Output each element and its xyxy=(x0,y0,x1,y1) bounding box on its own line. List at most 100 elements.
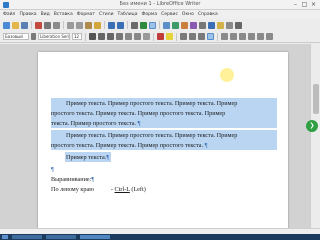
redo-icon[interactable] xyxy=(117,21,124,29)
libreoffice-writer-window: Без имени 1 - LibreOffice Writer – □ × Ф… xyxy=(0,0,320,240)
shortcut-text: Ctrl-L xyxy=(114,186,130,193)
highlight-color-icon[interactable] xyxy=(166,33,173,40)
maximize-icon[interactable]: □ xyxy=(301,2,308,8)
update-style-icon[interactable] xyxy=(31,33,36,40)
cursor-highlight xyxy=(220,68,234,82)
taskbar-item[interactable] xyxy=(46,235,76,239)
insert-chart-icon[interactable] xyxy=(181,21,188,29)
menu-item-window[interactable]: Окно xyxy=(182,12,194,17)
shortcut-suffix: (Left) xyxy=(131,186,146,193)
superscript-icon[interactable] xyxy=(125,33,132,40)
toolbar-separator xyxy=(63,21,64,29)
paragraph-line: Пример текста.¶ xyxy=(66,154,109,161)
clone-formatting-icon[interactable] xyxy=(94,21,101,29)
paragraph-mark: ¶ xyxy=(137,120,141,127)
toolbar-separator xyxy=(153,32,154,41)
paragraph-line: Пример текста. Пример простого текста. П… xyxy=(66,100,238,107)
toolbar-separator xyxy=(127,21,128,29)
insert-table-icon[interactable] xyxy=(163,21,170,29)
scrollbar-thumb[interactable] xyxy=(313,84,319,114)
paragraph-line: простого текста. Пример текста. Пример п… xyxy=(51,110,226,117)
find-replace-icon[interactable] xyxy=(131,21,138,29)
toolbar-separator xyxy=(217,32,218,41)
strikethrough-icon[interactable] xyxy=(116,33,123,40)
menu-item-styles[interactable]: Стили xyxy=(99,12,114,17)
align-center-icon[interactable] xyxy=(189,33,196,40)
bold-icon[interactable] xyxy=(89,33,96,40)
menu-item-form[interactable]: Форма xyxy=(141,12,157,17)
bullet-list-icon[interactable] xyxy=(221,33,228,40)
toolbar-separator xyxy=(104,21,105,29)
print-icon[interactable] xyxy=(44,21,51,29)
draw-shapes-icon[interactable] xyxy=(235,21,242,29)
align-left-icon[interactable] xyxy=(180,33,187,40)
insert-image-icon[interactable] xyxy=(172,21,179,29)
floating-action-icon[interactable]: ❯ xyxy=(306,120,318,132)
minimize-icon[interactable]: – xyxy=(292,2,299,8)
toolbar-separator xyxy=(31,21,32,29)
paragraph-mark: ¶ xyxy=(106,154,110,161)
shadow-icon[interactable] xyxy=(143,33,150,40)
italic-icon[interactable] xyxy=(98,33,105,40)
taskbar-item[interactable] xyxy=(12,235,42,239)
menu-item-edit[interactable]: Правка xyxy=(19,12,36,17)
paragraph-line-text: Пример текста. xyxy=(66,154,107,161)
spelling-icon[interactable] xyxy=(140,21,147,29)
menu-item-file[interactable]: Файл xyxy=(3,12,15,17)
paragraph-line: текста. Пример простого текста. ¶ xyxy=(51,120,140,127)
save-icon[interactable] xyxy=(21,21,28,29)
document-page[interactable]: Пример текста. Пример простого текста. П… xyxy=(38,52,288,228)
alignment-heading: Выравнивание:¶ xyxy=(51,176,94,183)
cut-icon[interactable] xyxy=(67,21,74,29)
align-right-icon[interactable] xyxy=(198,33,205,40)
menu-item-help[interactable]: Справка xyxy=(198,12,218,17)
formatting-marks-icon[interactable] xyxy=(149,21,156,29)
menu-item-format[interactable]: Формат xyxy=(77,12,95,17)
font-color-icon[interactable] xyxy=(157,33,164,40)
numbered-list-icon[interactable] xyxy=(230,33,237,40)
track-changes-icon[interactable] xyxy=(226,21,233,29)
subscript-icon[interactable] xyxy=(134,33,141,40)
justify-icon[interactable] xyxy=(207,33,214,40)
paragraph-spacing-icon[interactable] xyxy=(266,33,273,40)
export-pdf-icon[interactable] xyxy=(35,21,42,29)
align-left-label: По левому краю xyxy=(51,186,94,193)
paste-icon[interactable] xyxy=(85,21,92,29)
empty-paragraph-mark: ¶ xyxy=(51,166,54,173)
copy-icon[interactable] xyxy=(76,21,83,29)
new-document-icon[interactable] xyxy=(3,21,10,29)
dash-separator: - xyxy=(110,186,113,193)
paragraph-line-text: простого текста. Пример текста. Пример п… xyxy=(51,142,204,149)
hyperlink-icon[interactable] xyxy=(208,21,215,29)
menu-item-table[interactable]: Таблица xyxy=(118,12,138,17)
font-name-select[interactable]: Liberation Serif xyxy=(38,33,70,40)
special-character-icon[interactable] xyxy=(199,21,206,29)
insert-textbox-icon[interactable] xyxy=(190,21,197,29)
comment-icon[interactable] xyxy=(217,21,224,29)
title-bar: Без имени 1 - LibreOffice Writer – □ × xyxy=(0,0,320,10)
toolbar-separator xyxy=(159,21,160,29)
close-icon[interactable]: × xyxy=(310,2,317,8)
start-icon[interactable] xyxy=(2,235,8,239)
underline-icon[interactable] xyxy=(107,33,114,40)
paragraph-line-text: текста. Пример простого текста. xyxy=(51,120,137,127)
print-preview-icon[interactable] xyxy=(53,21,60,29)
paragraph-style-select[interactable]: Базовый xyxy=(3,33,29,40)
menu-bar: Файл Правка Вид Вставка Формат Стили Таб… xyxy=(0,10,320,19)
toolbar-separator xyxy=(85,32,86,41)
alignment-heading-text: Выравнивание: xyxy=(51,176,92,183)
increase-indent-icon[interactable] xyxy=(239,33,246,40)
taskbar-item-active[interactable] xyxy=(80,235,110,239)
vertical-scrollbar[interactable] xyxy=(310,44,320,228)
undo-icon[interactable] xyxy=(108,21,115,29)
alignment-rule-line: По левому краю - Ctrl-L (Left) xyxy=(51,186,146,193)
line-spacing-icon[interactable] xyxy=(257,33,264,40)
font-size-select[interactable]: 12 xyxy=(72,33,82,40)
paragraph-line: Пример текста. Пример простого текста. П… xyxy=(66,132,238,139)
decrease-indent-icon[interactable] xyxy=(248,33,255,40)
open-icon[interactable] xyxy=(12,21,19,29)
menu-item-view[interactable]: Вид xyxy=(41,12,50,17)
formatting-toolbar: Базовый Liberation Serif 12 xyxy=(0,31,320,43)
menu-item-tools[interactable]: Сервис xyxy=(161,12,178,17)
menu-item-insert[interactable]: Вставка xyxy=(54,12,73,17)
